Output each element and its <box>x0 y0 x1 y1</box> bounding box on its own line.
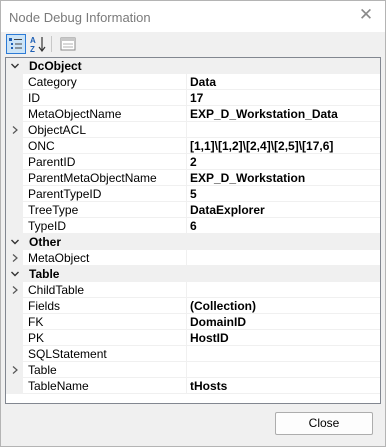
expand-chevron-icon[interactable] <box>11 365 19 375</box>
row-margin <box>6 298 23 314</box>
category-header[interactable]: Other <box>6 234 380 250</box>
alphabetical-view-button[interactable]: A Z <box>28 34 48 54</box>
property-row[interactable]: ParentTypeID 5 <box>6 186 380 202</box>
row-margin <box>6 74 23 90</box>
property-value[interactable]: HostID <box>187 330 380 346</box>
collapse-chevron-icon[interactable] <box>10 269 20 279</box>
property-row[interactable]: Category Data <box>6 74 380 90</box>
property-name: ChildTable <box>28 283 85 297</box>
row-margin <box>6 314 23 330</box>
property-pages-button[interactable] <box>58 34 78 54</box>
categorized-icon <box>9 38 22 49</box>
property-value[interactable]: 5 <box>187 186 380 202</box>
row-margin <box>6 90 23 106</box>
property-name: TableName <box>28 379 89 393</box>
property-name: Table <box>28 363 57 377</box>
property-value[interactable]: tHosts <box>187 378 380 394</box>
close-window-icon[interactable]: ✕ <box>357 6 375 24</box>
property-name: ParentTypeID <box>28 187 102 201</box>
property-value[interactable]: EXP_D_Workstation_Data <box>187 106 380 122</box>
property-name: ParentID <box>28 155 76 169</box>
row-margin <box>6 218 23 234</box>
property-value[interactable]: 2 <box>187 154 380 170</box>
window-title: Node Debug Information <box>9 10 151 25</box>
property-row[interactable]: FK DomainID <box>6 314 380 330</box>
property-name: PK <box>28 331 45 345</box>
property-name: ObjectACL <box>28 123 87 137</box>
property-name: Category <box>28 75 77 89</box>
property-value[interactable]: [1,1]\[1,2]\[2,4]\[2,5]\[17,6] <box>187 138 380 154</box>
property-row[interactable]: ParentMetaObjectName EXP_D_Workstation <box>6 170 380 186</box>
property-value[interactable] <box>187 250 380 266</box>
expand-chevron-icon[interactable] <box>11 285 19 295</box>
property-name: MetaObjectName <box>28 107 122 121</box>
property-value[interactable]: EXP_D_Workstation <box>187 170 380 186</box>
row-margin <box>6 154 23 170</box>
categorized-view-button[interactable] <box>6 34 26 54</box>
row-margin <box>6 186 23 202</box>
row-margin <box>6 346 23 362</box>
category-label: Other <box>29 235 62 249</box>
svg-text:A: A <box>30 36 36 45</box>
row-margin <box>6 378 23 394</box>
property-name: FK <box>28 315 44 329</box>
row-margin <box>6 106 23 122</box>
row-margin <box>6 138 23 154</box>
property-row[interactable]: TableName tHosts <box>6 378 380 394</box>
property-row[interactable]: ONC [1,1]\[1,2]\[2,4]\[2,5]\[17,6] <box>6 138 380 154</box>
property-row[interactable]: Fields (Collection) <box>6 298 380 314</box>
property-value[interactable]: (Collection) <box>187 298 380 314</box>
property-grid[interactable]: DcObject Category Data ID 17 MetaObjectName EX… <box>5 57 381 404</box>
property-value[interactable]: DomainID <box>187 314 380 330</box>
property-name: ONC <box>28 139 55 153</box>
collapse-chevron-icon[interactable] <box>10 237 20 247</box>
property-name: TypeID <box>28 219 67 233</box>
category-header[interactable]: DcObject <box>6 58 380 74</box>
title-bar: Node Debug Information ✕ <box>1 1 385 32</box>
property-row[interactable]: Table <box>6 362 380 378</box>
property-row[interactable]: ObjectACL <box>6 122 380 138</box>
property-row[interactable]: ParentID 2 <box>6 154 380 170</box>
property-value[interactable]: 17 <box>187 90 380 106</box>
property-grid-toolbar: A Z <box>1 32 385 56</box>
property-value[interactable] <box>187 362 380 378</box>
toolbar-separator <box>51 36 52 52</box>
property-name: ID <box>28 91 40 105</box>
property-row[interactable]: MetaObject <box>6 250 380 266</box>
property-name: ParentMetaObjectName <box>28 171 157 185</box>
category-label: Table <box>29 267 60 281</box>
property-value[interactable] <box>187 282 380 298</box>
property-row[interactable]: SQLStatement <box>6 346 380 362</box>
category-label: DcObject <box>29 59 82 73</box>
debug-info-window: Node Debug Information ✕ A Z DcObject Ca… <box>0 0 386 447</box>
row-margin <box>6 170 23 186</box>
property-row[interactable]: ID 17 <box>6 90 380 106</box>
property-value[interactable]: DataExplorer <box>187 202 380 218</box>
row-margin <box>6 330 23 346</box>
svg-text:Z: Z <box>30 45 35 54</box>
collapse-chevron-icon[interactable] <box>10 61 20 71</box>
property-row[interactable]: MetaObjectName EXP_D_Workstation_Data <box>6 106 380 122</box>
property-value[interactable]: Data <box>187 74 380 90</box>
category-header[interactable]: Table <box>6 266 380 282</box>
property-value[interactable]: 6 <box>187 218 380 234</box>
property-row[interactable]: TypeID 6 <box>6 218 380 234</box>
property-name: TreeType <box>28 203 79 217</box>
property-name: SQLStatement <box>28 347 107 361</box>
close-button[interactable]: Close <box>275 412 373 435</box>
row-margin <box>6 202 23 218</box>
property-row[interactable]: ChildTable <box>6 282 380 298</box>
expand-chevron-icon[interactable] <box>11 253 19 263</box>
property-value[interactable] <box>187 122 380 138</box>
expand-chevron-icon[interactable] <box>11 125 19 135</box>
property-name: MetaObject <box>28 251 90 265</box>
property-pages-icon <box>60 37 76 51</box>
sort-az-icon: A Z <box>30 36 46 54</box>
property-row[interactable]: TreeType DataExplorer <box>6 202 380 218</box>
property-name: Fields <box>28 299 61 313</box>
property-value[interactable] <box>187 346 380 362</box>
property-row[interactable]: PK HostID <box>6 330 380 346</box>
